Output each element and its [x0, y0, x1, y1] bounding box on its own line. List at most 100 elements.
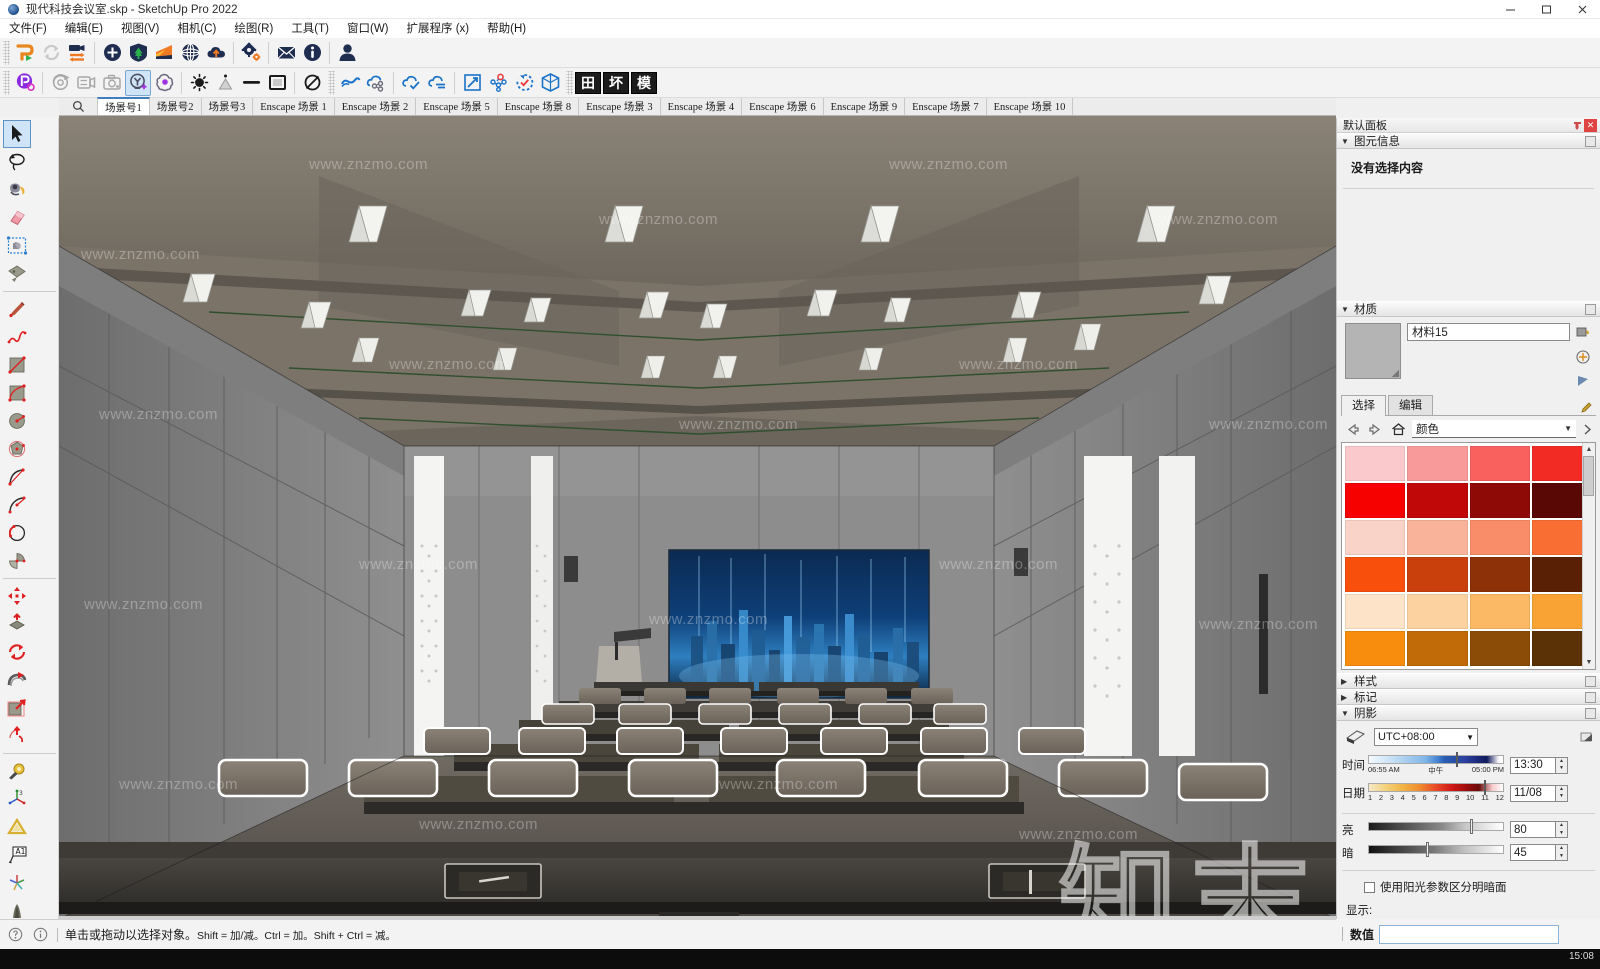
material-swatch-22[interactable]: [1469, 631, 1530, 666]
search-icon[interactable]: [59, 97, 97, 115]
enscape-settings-button[interactable]: [238, 40, 264, 66]
polygon-tool[interactable]: [3, 435, 31, 463]
tag-tool[interactable]: [3, 260, 31, 288]
freehand-tool[interactable]: [3, 323, 31, 351]
maximize-button[interactable]: [1528, 0, 1564, 19]
point-light-button[interactable]: [186, 70, 212, 96]
enscape-video-editor-button[interactable]: [64, 40, 90, 66]
show-shadows-icon[interactable]: [1579, 729, 1595, 745]
scene-tab-4[interactable]: Enscape 场景 2: [334, 98, 417, 115]
sample-paint-icon[interactable]: [1574, 324, 1592, 342]
scene-tab-7[interactable]: Enscape 场景 3: [579, 98, 661, 115]
surround-tool-button[interactable]: 坏: [603, 71, 629, 94]
enscape-upload-button[interactable]: [203, 40, 229, 66]
material-swatch-21[interactable]: [1407, 631, 1468, 666]
lasso-select-tool[interactable]: [3, 148, 31, 176]
push-pull-tool[interactable]: [3, 610, 31, 638]
enscape-account-button[interactable]: [334, 40, 360, 66]
toolbar-grip[interactable]: [566, 70, 573, 95]
scene-tab-1[interactable]: 场景号2: [149, 98, 202, 115]
time-spinner[interactable]: ▲ ▼: [1556, 756, 1568, 774]
enscape-add-asset-button[interactable]: [99, 40, 125, 66]
menu-edit[interactable]: 编辑(E): [56, 18, 112, 39]
tray-close-button[interactable]: ✕: [1584, 118, 1597, 132]
menu-camera[interactable]: 相机(C): [168, 18, 225, 39]
date-spinner[interactable]: ▲ ▼: [1556, 784, 1568, 802]
material-swatch-13[interactable]: [1407, 557, 1468, 592]
scrollbar-thumb[interactable]: [1583, 456, 1594, 496]
model-viewport[interactable]: www.znzmo.com www.znzmo.com www.znzmo.co…: [59, 116, 1336, 919]
axes-tool[interactable]: 3: [3, 785, 31, 813]
use-sun-for-shading-row[interactable]: 使用阳光参数区分明暗面: [1342, 875, 1595, 899]
section-tags[interactable]: ▶ 标记: [1337, 689, 1600, 705]
tab-select[interactable]: 选择: [1341, 395, 1386, 416]
spot-light-button[interactable]: [212, 70, 238, 96]
trimble-connect-share-button[interactable]: [337, 70, 363, 96]
question-circle-icon[interactable]: [6, 925, 25, 944]
measurements-input[interactable]: [1379, 924, 1560, 944]
scene-tab-6[interactable]: Enscape 场景 8: [497, 98, 580, 115]
trimble-connect-check-button[interactable]: [398, 70, 424, 96]
two-point-arc-tool[interactable]: [3, 491, 31, 519]
menu-help[interactable]: 帮助(H): [478, 18, 535, 39]
enscape-asset-library-button[interactable]: [125, 40, 151, 66]
scene-tab-0[interactable]: 场景号1: [97, 97, 150, 115]
add-light-button[interactable]: [125, 69, 151, 96]
protractor-tool[interactable]: [3, 813, 31, 841]
material-name-input[interactable]: [1407, 323, 1570, 341]
material-library-select[interactable]: 颜色 ▼: [1412, 420, 1576, 438]
tape-measure-tool[interactable]: [3, 757, 31, 785]
date-value-input[interactable]: [1510, 784, 1556, 802]
scale-tool[interactable]: [3, 722, 31, 750]
camera-path-button[interactable]: [73, 70, 99, 96]
arrow-back-icon[interactable]: [1343, 421, 1362, 438]
scale-corner-button[interactable]: [459, 70, 485, 96]
circle-tool[interactable]: [3, 407, 31, 435]
dimension-tool[interactable]: [3, 869, 31, 897]
model-tool-button[interactable]: 模: [631, 71, 657, 94]
scene-tab-2[interactable]: 场景号3: [201, 98, 254, 115]
three-point-arc-tool[interactable]: [3, 519, 31, 547]
timer-check-button[interactable]: [511, 70, 537, 96]
material-swatch-0[interactable]: [1345, 446, 1406, 481]
rotate-tool[interactable]: [3, 638, 31, 666]
material-swatch-5[interactable]: [1407, 483, 1468, 518]
enscape-synchronize-button[interactable]: [38, 40, 64, 66]
dark-value-input[interactable]: [1510, 844, 1556, 861]
material-swatch-9[interactable]: [1407, 520, 1468, 555]
snapshot-button[interactable]: [99, 70, 125, 96]
material-swatch-12[interactable]: [1345, 557, 1406, 592]
section-minimize-icon[interactable]: [1585, 303, 1596, 315]
rotated-rectangle-tool[interactable]: [3, 379, 31, 407]
enscape-start-render-button[interactable]: [12, 40, 38, 66]
material-detail-icon[interactable]: [1574, 372, 1592, 390]
enscape-panorama-button[interactable]: [177, 40, 203, 66]
pie-tool[interactable]: [3, 547, 31, 575]
component-options-button[interactable]: [485, 70, 511, 96]
section-entity-info[interactable]: ▼ 图元信息: [1337, 133, 1600, 149]
timezone-select[interactable]: UTC+08:00 ▼: [1374, 728, 1478, 746]
light-slider-track[interactable]: [1368, 821, 1504, 831]
select-tool[interactable]: [2, 120, 31, 148]
toolbar-grip[interactable]: [3, 40, 10, 65]
minimize-button[interactable]: [1492, 0, 1528, 19]
orbit-reset-button[interactable]: [47, 70, 73, 96]
use-sun-checkbox[interactable]: [1364, 881, 1375, 893]
shadow-toggle-icon[interactable]: [1342, 727, 1368, 747]
close-button[interactable]: [1564, 0, 1600, 19]
scene-tab-10[interactable]: Enscape 场景 9: [823, 98, 906, 115]
menu-extensions[interactable]: 扩展程序 (x): [398, 18, 479, 39]
material-swatch-1[interactable]: [1407, 446, 1468, 481]
paint-bucket-tool[interactable]: [3, 176, 31, 204]
solid-tools-button[interactable]: [537, 70, 563, 96]
hide-lights-button[interactable]: [299, 70, 325, 96]
follow-me-tool[interactable]: [3, 666, 31, 694]
section-minimize-icon[interactable]: [1585, 675, 1596, 687]
info-circle-icon[interactable]: [31, 925, 50, 944]
material-swatch-16[interactable]: [1345, 594, 1406, 629]
chevron-up-icon[interactable]: ▲: [1586, 443, 1593, 456]
section-minimize-icon[interactable]: [1585, 707, 1596, 719]
cloud-light-button[interactable]: [151, 70, 177, 96]
dark-slider-track[interactable]: [1368, 844, 1504, 854]
scene-tab-3[interactable]: Enscape 场景 1: [253, 98, 335, 115]
